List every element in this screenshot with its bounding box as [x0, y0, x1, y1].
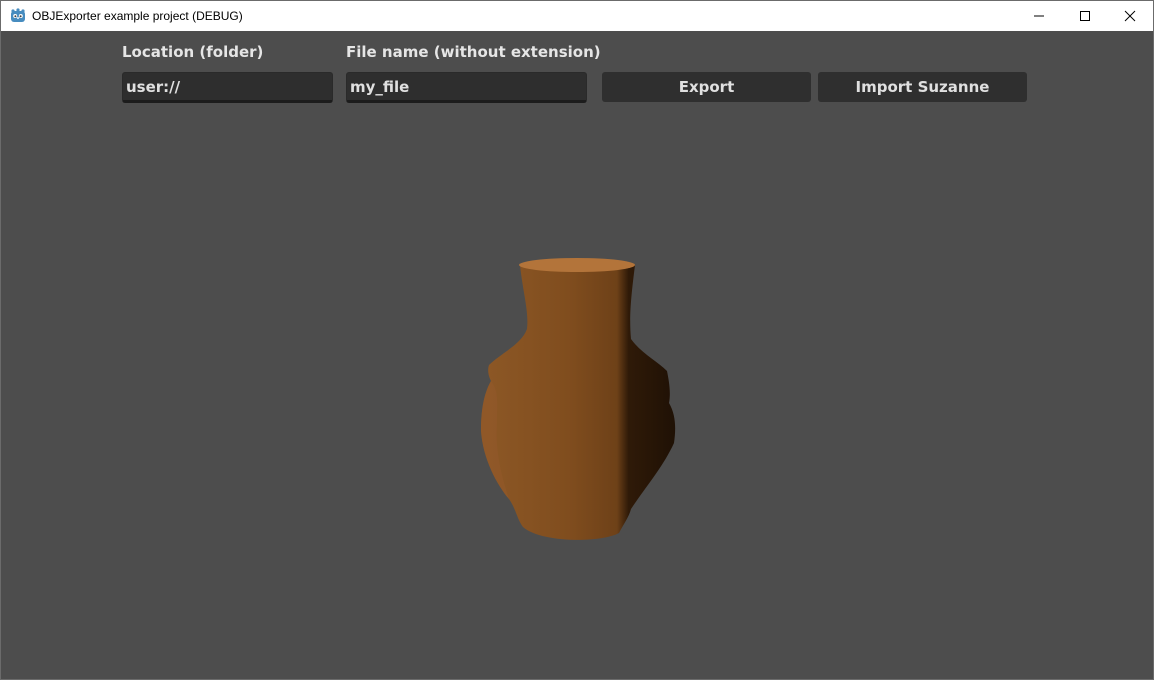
filename-input[interactable] [346, 72, 587, 103]
close-button[interactable] [1107, 1, 1153, 31]
godot-icon [10, 8, 26, 24]
minimize-icon [1034, 15, 1044, 17]
minimize-button[interactable] [1016, 1, 1062, 31]
maximize-button[interactable] [1062, 1, 1108, 31]
vase-model [481, 258, 676, 540]
3d-viewport: Location (folder) File name (without ext… [1, 31, 1153, 679]
export-button[interactable]: Export [602, 72, 811, 102]
app-window: OBJExporter example project (DEBUG) Loca… [0, 0, 1154, 680]
location-input[interactable] [122, 72, 333, 103]
maximize-icon [1080, 11, 1090, 21]
window-title: OBJExporter example project (DEBUG) [32, 9, 243, 23]
filename-label: File name (without extension) [346, 43, 601, 61]
title-bar[interactable]: OBJExporter example project (DEBUG) [1, 1, 1153, 31]
location-label: Location (folder) [122, 43, 264, 61]
import-suzanne-button[interactable]: Import Suzanne [818, 72, 1027, 102]
close-icon [1124, 10, 1136, 22]
